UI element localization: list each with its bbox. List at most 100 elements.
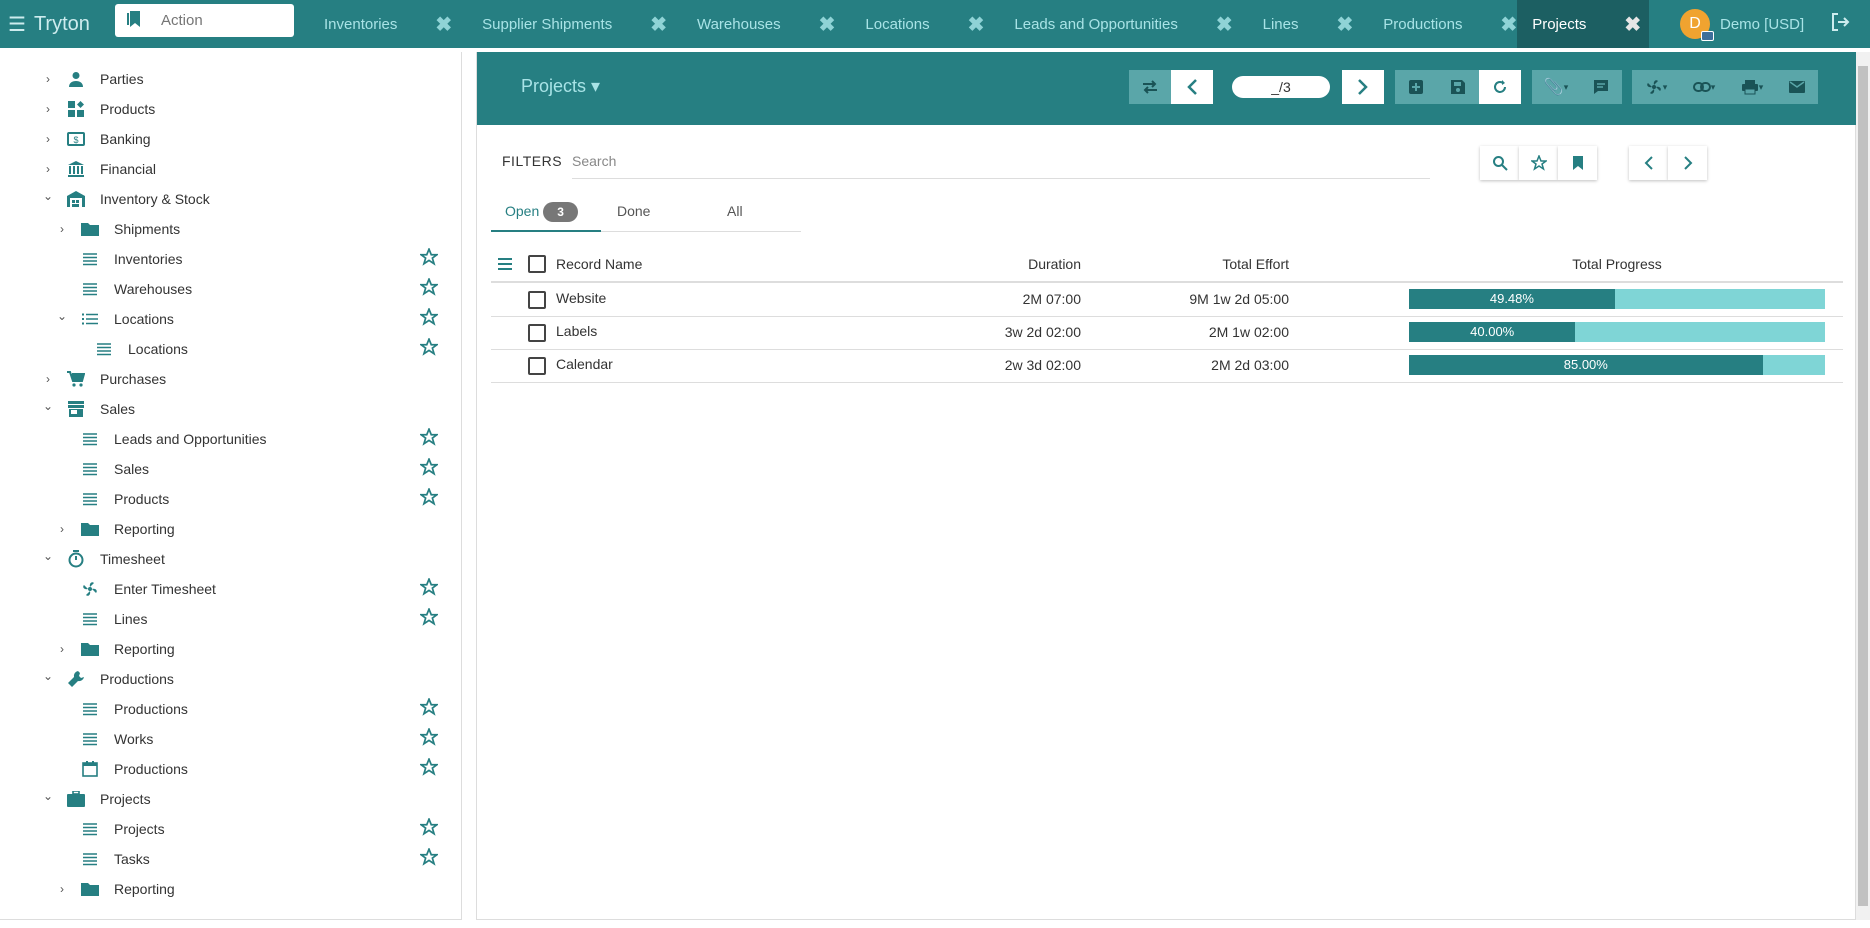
sidebar-item-projects[interactable]: ⌄ Projects — [42, 784, 151, 814]
sidebar-item-products[interactable]: › Products — [42, 94, 155, 124]
tab-inventories[interactable]: Inventories ✖ — [294, 0, 452, 48]
row-checkbox[interactable] — [528, 357, 546, 375]
chevron-right-icon[interactable]: › — [42, 372, 54, 386]
search-input[interactable]: Search — [572, 153, 616, 169]
sidebar-item-leads-and-opportunities[interactable]: Leads and Opportunities — [56, 424, 267, 454]
bookmarks-button[interactable] — [1558, 146, 1597, 180]
sidebar-item-financial[interactable]: › Financial — [42, 154, 156, 184]
close-tab-icon[interactable]: ✖ — [930, 12, 985, 37]
sidebar-item-enter-timesheet[interactable]: Enter Timesheet — [56, 574, 216, 604]
favorite-star-icon[interactable] — [418, 726, 440, 751]
logout-icon[interactable] — [1830, 12, 1850, 37]
favorite-star-icon[interactable] — [418, 426, 440, 451]
chevron-right-icon[interactable]: › — [56, 522, 68, 536]
favorite-star-icon[interactable] — [418, 576, 440, 601]
sidebar-item-locations[interactable]: Locations — [70, 334, 188, 364]
reload-button[interactable] — [1479, 70, 1521, 104]
favorite-star-icon[interactable] — [418, 456, 440, 481]
action-input[interactable] — [161, 12, 281, 29]
select-all-checkbox[interactable] — [528, 255, 546, 273]
chevron-down-icon[interactable]: ⌄ — [56, 309, 68, 323]
sidebar-item-reporting[interactable]: › Reporting — [56, 514, 175, 544]
sidebar-item-purchases[interactable]: › Purchases — [42, 364, 166, 394]
close-tab-icon[interactable]: ✖ — [1586, 12, 1641, 37]
chevron-down-icon[interactable]: ⌄ — [42, 399, 54, 413]
brand[interactable]: ☰ Tryton — [0, 0, 115, 48]
relate-button[interactable]: ▾ — [1680, 70, 1728, 104]
sidebar-item-tasks[interactable]: Tasks — [56, 844, 150, 874]
favorite-star-icon[interactable] — [418, 816, 440, 841]
sidebar-item-productions[interactable]: Productions — [56, 754, 188, 784]
email-button[interactable] — [1776, 70, 1818, 104]
menu-hamburger-icon[interactable]: ☰ — [8, 12, 26, 37]
sidebar-item-works[interactable]: Works — [56, 724, 153, 754]
sidebar-item-banking[interactable]: › $ Banking — [42, 124, 151, 154]
chevron-right-icon[interactable]: › — [42, 102, 54, 116]
sidebar-item-sales[interactable]: ⌄ Sales — [42, 394, 135, 424]
tab-productions[interactable]: Productions ✖ — [1353, 0, 1517, 48]
sidebar-item-sales[interactable]: Sales — [56, 454, 149, 484]
close-tab-icon[interactable]: ✖ — [1178, 12, 1233, 37]
chevron-down-icon[interactable]: ⌄ — [42, 189, 54, 203]
row-checkbox[interactable] — [528, 324, 546, 342]
tab-projects[interactable]: Projects ✖ — [1517, 0, 1650, 48]
column-total-progress[interactable]: Total Progress — [1409, 247, 1825, 281]
tab-warehouses[interactable]: Warehouses ✖ — [667, 0, 835, 48]
close-tab-icon[interactable]: ✖ — [612, 12, 667, 37]
sidebar-item-productions[interactable]: Productions — [56, 694, 188, 724]
switch-view-button[interactable] — [1129, 70, 1171, 104]
tab-done[interactable]: Done — [617, 192, 650, 232]
tab-supplier-shipments[interactable]: Supplier Shipments ✖ — [452, 0, 667, 48]
action-button[interactable]: ▾ — [1632, 70, 1680, 104]
sidebar-item-lines[interactable]: Lines — [56, 604, 147, 634]
close-tab-icon[interactable]: ✖ — [1298, 12, 1353, 37]
note-button[interactable] — [1580, 70, 1622, 104]
print-button[interactable]: ▾ — [1728, 70, 1776, 104]
page-scrollbar[interactable] — [1856, 52, 1870, 920]
close-tab-icon[interactable]: ✖ — [1462, 12, 1517, 37]
record-name-cell[interactable]: Calendar — [556, 354, 613, 374]
previous-page-button[interactable] — [1629, 146, 1668, 180]
attachment-button[interactable]: 📎 ▾ — [1532, 70, 1580, 104]
column-total-effort[interactable]: Total Effort — [1151, 247, 1289, 281]
chevron-down-icon[interactable]: ⌄ — [42, 789, 54, 803]
tab-leads-and-opportunities[interactable]: Leads and Opportunities ✖ — [984, 0, 1232, 48]
close-tab-icon[interactable]: ✖ — [781, 12, 836, 37]
sidebar-item-reporting[interactable]: › Reporting — [56, 874, 175, 904]
sidebar-item-timesheet[interactable]: ⌄ Timesheet — [42, 544, 165, 574]
sidebar-item-reporting[interactable]: › Reporting — [56, 634, 175, 664]
tab-all[interactable]: All — [727, 192, 743, 232]
sidebar-item-projects[interactable]: Projects — [56, 814, 165, 844]
chevron-right-icon[interactable]: › — [42, 162, 54, 176]
action-search[interactable] — [115, 4, 294, 37]
favorite-star-icon[interactable] — [418, 606, 440, 631]
save-button[interactable] — [1437, 70, 1479, 104]
page-title[interactable]: Projects ▾ — [521, 76, 600, 97]
chevron-right-icon[interactable]: › — [42, 132, 54, 146]
record-name-cell[interactable]: Labels — [556, 321, 597, 341]
search-button[interactable] — [1480, 146, 1519, 180]
favorite-star-icon[interactable] — [418, 336, 440, 361]
chevron-right-icon[interactable]: › — [56, 222, 68, 236]
chevron-right-icon[interactable]: › — [56, 882, 68, 896]
favorite-star-icon[interactable] — [418, 246, 440, 271]
sidebar-item-shipments[interactable]: › Shipments — [56, 214, 180, 244]
favorite-star-icon[interactable] — [418, 486, 440, 511]
sidebar-item-parties[interactable]: › Parties — [42, 64, 144, 94]
tab-locations[interactable]: Locations ✖ — [835, 0, 984, 48]
favorite-star-icon[interactable] — [418, 846, 440, 871]
close-tab-icon[interactable]: ✖ — [397, 12, 452, 37]
chevron-right-icon[interactable]: › — [56, 642, 68, 656]
row-checkbox[interactable] — [528, 291, 546, 309]
sidebar-item-locations[interactable]: ⌄ Locations — [56, 304, 174, 334]
chevron-down-icon[interactable]: ⌄ — [42, 669, 54, 683]
tab-open[interactable]: Open 3 — [491, 192, 601, 232]
sidebar-item-inventories[interactable]: Inventories — [56, 244, 182, 274]
chevron-down-icon[interactable]: ⌄ — [42, 549, 54, 563]
favorite-star-icon[interactable] — [418, 306, 440, 331]
favorite-star-icon[interactable] — [418, 756, 440, 781]
scrollbar-thumb[interactable] — [1858, 66, 1868, 906]
column-record-name[interactable]: Record Name — [556, 247, 642, 281]
sidebar-item-warehouses[interactable]: Warehouses — [56, 274, 192, 304]
record-name-cell[interactable]: Website — [556, 288, 606, 308]
